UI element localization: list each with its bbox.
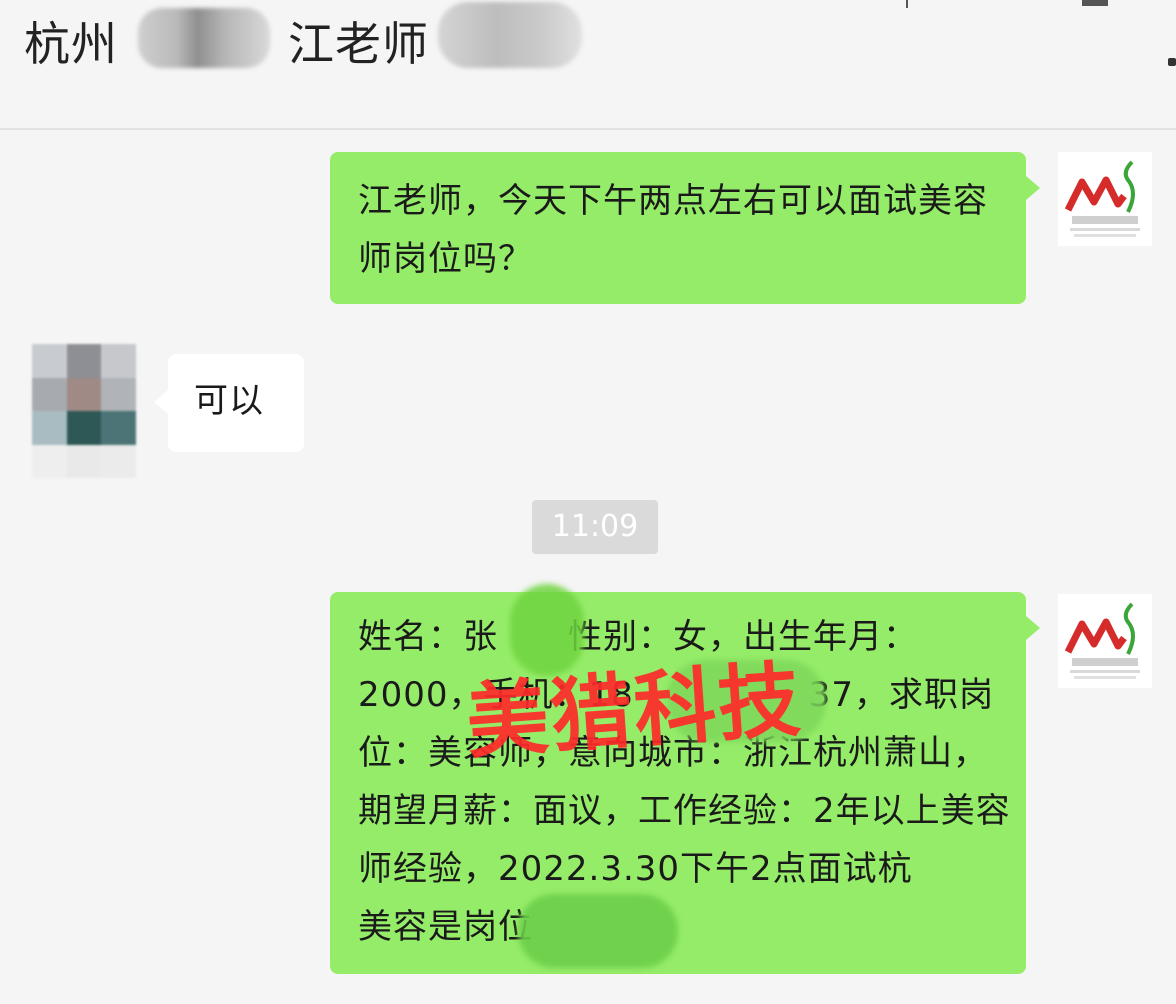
avatar[interactable] bbox=[32, 344, 136, 478]
window-control-icon[interactable] bbox=[906, 0, 908, 8]
avatar[interactable] bbox=[1058, 152, 1152, 246]
chat-header: 杭州 江老师 bbox=[0, 0, 1176, 130]
minimize-icon[interactable] bbox=[1082, 0, 1108, 6]
message-bubble-sent[interactable]: 江老师，今天下午两点左右可以面试美容师岗位吗？ bbox=[330, 152, 1040, 304]
more-options-icon[interactable] bbox=[1168, 58, 1176, 66]
message-timestamp: 11:09 bbox=[532, 500, 658, 554]
chat-title-name: 江老师 bbox=[288, 17, 429, 71]
avatar[interactable] bbox=[1058, 594, 1152, 688]
brand-logo-icon bbox=[1064, 160, 1140, 237]
redacted-name-blur bbox=[138, 8, 270, 68]
message-text: 江老师，今天下午两点左右可以面试美容师岗位吗？ bbox=[358, 181, 988, 279]
message-text: 可以 bbox=[194, 381, 264, 421]
message-bubble-received[interactable]: 可以 bbox=[154, 354, 304, 452]
redacted-name-blur bbox=[438, 2, 582, 68]
chat-title-prefix: 杭州 bbox=[24, 17, 118, 71]
watermark-text: 美猎科技 bbox=[463, 651, 806, 771]
redacted-blur bbox=[518, 894, 678, 968]
brand-logo-icon bbox=[1064, 602, 1140, 679]
